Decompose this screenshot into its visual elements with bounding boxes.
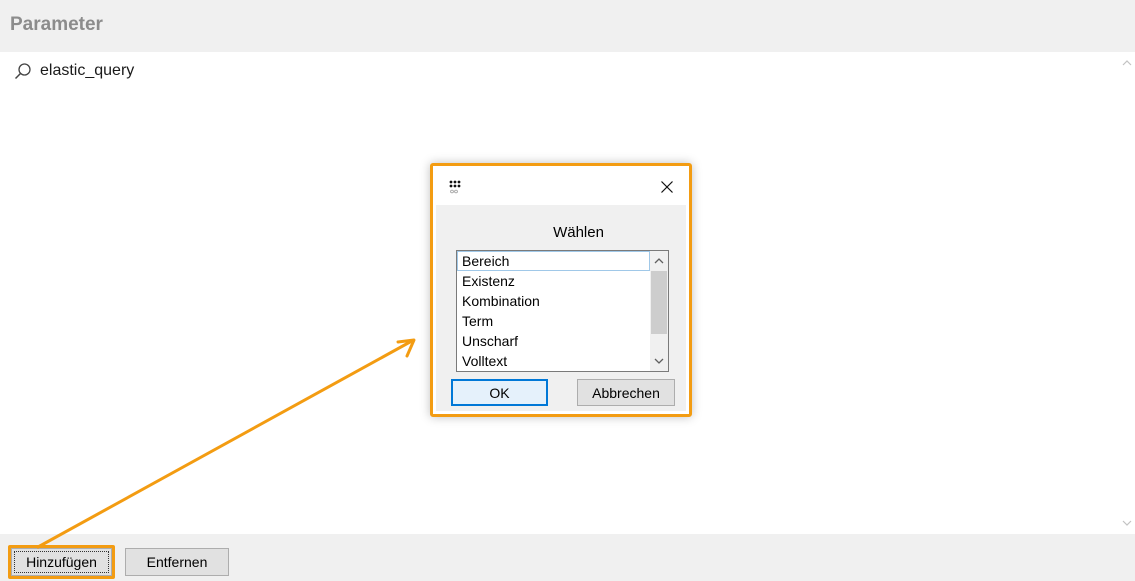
list-item-bereich[interactable]: Bereich <box>457 251 650 271</box>
scroll-down-icon[interactable] <box>1120 516 1133 530</box>
list-item-existenz[interactable]: Existenz <box>457 271 650 291</box>
parameter-header: Parameter <box>0 0 1135 52</box>
options-listbox[interactable]: Bereich Existenz Kombination Term Unscha… <box>456 250 669 372</box>
button-bar: Hinzufügen Entfernen <box>0 534 1135 581</box>
dialog-prompt: Wählen <box>553 224 604 241</box>
cancel-button[interactable]: Abbrechen <box>577 379 675 406</box>
tree-item-elastic-query[interactable]: elastic_query <box>14 60 134 82</box>
panel-title: Parameter <box>10 14 103 35</box>
remove-button[interactable]: Entfernen <box>125 548 229 576</box>
dialog-titlebar[interactable] <box>436 169 686 205</box>
ok-button[interactable]: OK <box>451 379 548 406</box>
list-item-volltext[interactable]: Volltext <box>457 351 650 371</box>
scroll-up-icon[interactable] <box>1120 56 1133 70</box>
vertical-scrollbar[interactable] <box>1118 52 1135 534</box>
list-item-unscharf[interactable]: Unscharf <box>457 331 650 351</box>
list-item-kombination[interactable]: Kombination <box>457 291 650 311</box>
close-icon[interactable] <box>654 175 680 199</box>
dots-grid-icon <box>448 179 462 200</box>
listbox-scrollbar[interactable] <box>650 251 668 371</box>
list-item-term[interactable]: Term <box>457 311 650 331</box>
list-scroll-up-icon[interactable] <box>652 254 666 268</box>
tree-item-label: elastic_query <box>40 62 135 79</box>
list-scroll-down-icon[interactable] <box>652 354 666 368</box>
search-icon <box>14 62 32 80</box>
add-button-highlight <box>8 545 115 579</box>
choose-dialog: Wählen Bereich Existenz Kombination Term… <box>430 163 692 417</box>
listbox-scroll-thumb[interactable] <box>651 271 667 334</box>
